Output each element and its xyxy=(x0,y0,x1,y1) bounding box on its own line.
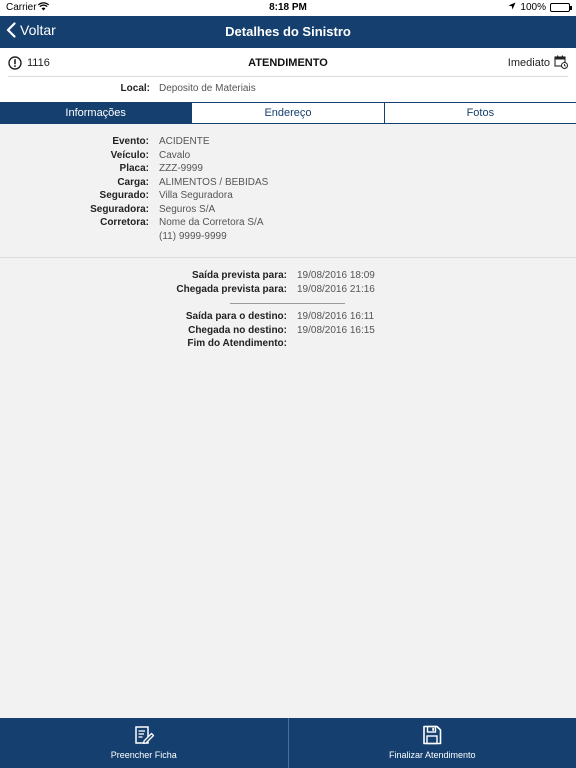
chegada-prevista-label: Chegada prevista para: xyxy=(176,283,287,295)
carga-label: Carga: xyxy=(117,176,149,188)
battery-icon xyxy=(550,3,572,12)
header-divider xyxy=(8,76,568,77)
time-row-chegada-prevista: Chegada prevista para: 19/08/2016 21:16 xyxy=(0,284,576,298)
schedule-list: Saída prevista para: 19/08/2016 18:09 Ch… xyxy=(0,270,576,352)
bottom-toolbar: Preencher Ficha Finalizar Atendimento xyxy=(0,718,576,768)
fim-label: Fim do Atendimento: xyxy=(187,338,287,349)
placa-value: ZZZ-9999 xyxy=(159,163,203,174)
info-row-evento: Evento: ACIDENTE xyxy=(0,136,576,150)
telefone-value[interactable]: (11) 9999-9999 xyxy=(159,231,227,242)
save-icon xyxy=(423,725,442,745)
corretora-label: Corretora: xyxy=(100,217,149,228)
tab-fotos[interactable]: Fotos xyxy=(384,103,576,123)
info-row-carga: Carga: ALIMENTOS / BEBIDAS xyxy=(0,177,576,191)
time-row-fim: Fim do Atendimento: xyxy=(0,338,576,352)
incident-type: ATENDIMENTO xyxy=(248,57,328,69)
info-row-seguradora: Seguradora: Seguros S/A xyxy=(0,204,576,218)
fill-form-label: Preencher Ficha xyxy=(110,750,177,760)
status-bar: Carrier 8:18 PM 100% xyxy=(0,0,576,16)
chegada-destino-value: 19/08/2016 16:15 xyxy=(297,324,375,336)
tab-endereco[interactable]: Endereço xyxy=(192,103,385,123)
nav-bar: Voltar Detalhes do Sinistro xyxy=(0,16,576,48)
edit-form-icon xyxy=(135,726,154,744)
info-row-corretora: Corretora: Nome da Corretora S/A xyxy=(0,217,576,231)
battery-percent: 100% xyxy=(520,2,546,13)
saida-destino-value: 19/08/2016 16:11 xyxy=(297,311,375,322)
incident-header: 1116 ATENDIMENTO Imediato xyxy=(0,50,576,76)
location-value: Deposito de Materiais xyxy=(159,83,256,94)
carga-value: ALIMENTOS / BEBIDAS xyxy=(159,176,269,188)
finish-service-button[interactable]: Finalizar Atendimento xyxy=(287,718,576,768)
corretora-value: Nome da Corretora S/A xyxy=(159,217,264,228)
status-time: 8:18 PM xyxy=(269,2,307,13)
page-title: Detalhes do Sinistro xyxy=(225,24,351,39)
details-panel: Evento: ACIDENTE Veículo: Cavalo Placa: … xyxy=(0,124,576,718)
schedule-divider xyxy=(0,297,576,311)
placa-label: Placa: xyxy=(119,163,149,174)
segurado-value: Villa Seguradora xyxy=(159,190,233,201)
time-row-saida-prevista: Saída prevista para: 19/08/2016 18:09 xyxy=(0,270,576,284)
segurado-label: Segurado: xyxy=(99,190,149,201)
saida-prevista-label: Saída prevista para: xyxy=(191,270,287,281)
seguradora-value: Seguros S/A xyxy=(159,203,216,215)
chegada-destino-label: Chegada no destino: xyxy=(188,324,287,336)
info-row-segurado: Segurado: Villa Seguradora xyxy=(0,190,576,204)
veiculo-label: Veículo: xyxy=(110,149,149,161)
chegada-prevista-value: 19/08/2016 21:16 xyxy=(297,283,375,295)
segmented-tabs: Informações Endereço Fotos xyxy=(0,102,576,124)
saida-prevista-value: 19/08/2016 18:09 xyxy=(297,270,375,281)
time-row-saida-destino: Saída para o destino: 19/08/2016 16:11 xyxy=(0,311,576,325)
priority-label: Imediato xyxy=(507,57,550,69)
evento-value: ACIDENTE xyxy=(159,136,210,147)
info-row-placa: Placa: ZZZ-9999 xyxy=(0,163,576,177)
info-row-telefone: (11) 9999-9999 xyxy=(0,231,576,245)
evento-label: Evento: xyxy=(112,136,149,147)
info-list: Evento: ACIDENTE Veículo: Cavalo Placa: … xyxy=(0,136,576,244)
finish-service-label: Finalizar Atendimento xyxy=(388,750,476,760)
time-row-chegada-destino: Chegada no destino: 19/08/2016 16:15 xyxy=(0,325,576,339)
tab-informacoes[interactable]: Informações xyxy=(0,103,193,123)
info-row-veiculo: Veículo: Cavalo xyxy=(0,150,576,164)
calendar-clock-icon xyxy=(554,55,568,69)
section-divider xyxy=(0,257,576,258)
location-arrow-icon xyxy=(508,2,516,13)
saida-destino-label: Saída para o destino: xyxy=(185,311,287,322)
seguradora-label: Seguradora: xyxy=(90,203,149,215)
location-row: Local: Deposito de Materiais xyxy=(0,80,576,98)
fill-form-button[interactable]: Preencher Ficha xyxy=(0,718,288,768)
location-label: Local: xyxy=(120,83,150,94)
veiculo-value: Cavalo xyxy=(159,149,191,161)
